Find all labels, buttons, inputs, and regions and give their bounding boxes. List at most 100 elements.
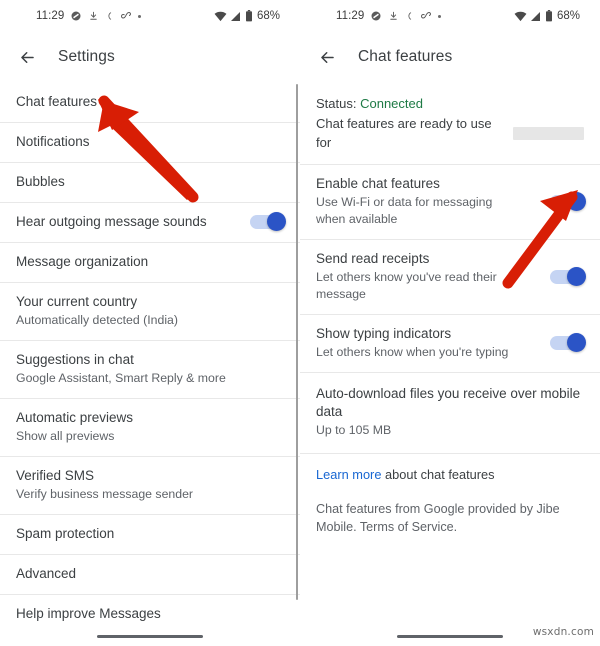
more-dot-icon: [438, 14, 442, 18]
list-item[interactable]: Verified SMS Verify business message sen…: [0, 456, 300, 514]
battery-icon: [245, 10, 253, 22]
footnote-text: Chat features from Google provided by Ji…: [316, 502, 560, 534]
status-label: Status:: [316, 96, 357, 111]
list-item-title: Your current country: [16, 294, 138, 309]
list-item-title: Automatic previews: [16, 410, 134, 425]
status-bar-left: 11:29 68%: [0, 0, 300, 32]
status-line: Status: Connected: [316, 94, 584, 113]
list-item[interactable]: Auto-download files you receive over mob…: [300, 372, 600, 453]
toggle-knob: [267, 212, 286, 231]
connection-status-block: Status: Connected Chat features are read…: [300, 82, 600, 165]
chat-features-list: Enable chat features Use Wi-Fi or data f…: [300, 165, 600, 453]
list-item-title: Spam protection: [16, 526, 115, 541]
redacted-phone-number: [513, 126, 584, 140]
status-description: Chat features are ready to use for: [316, 116, 492, 150]
more-dot-icon: [138, 14, 142, 18]
screen-record-icon: [120, 10, 132, 22]
signal-icon: [230, 11, 242, 22]
list-item[interactable]: Message organization: [0, 242, 300, 282]
list-item[interactable]: Spam protection: [0, 514, 300, 554]
dual-screenshot-container: 11:29 68% Settings Chat features Notific…: [0, 0, 600, 646]
list-item[interactable]: Notifications: [0, 122, 300, 162]
downloads-icon: [88, 10, 99, 22]
list-item[interactable]: Suggestions in chat Google Assistant, Sm…: [0, 340, 300, 398]
wifi-icon: [514, 11, 527, 22]
screen-record-icon: [420, 10, 432, 22]
status-bar-right-group: 68%: [514, 10, 580, 22]
status-bar-right-group: 68%: [214, 10, 280, 22]
status-bar-left-group: 11:29: [336, 10, 442, 22]
downloads-icon: [388, 10, 399, 22]
home-indicator: [397, 635, 503, 638]
status-bar-left-group: 11:29: [36, 10, 142, 22]
list-item-title: Verified SMS: [16, 468, 95, 483]
list-item-title: Notifications: [16, 134, 90, 149]
list-item[interactable]: Advanced: [0, 554, 300, 594]
list-item[interactable]: Automatic previews Show all previews: [0, 398, 300, 456]
dnd-icon: [70, 10, 82, 22]
list-item-subtitle: Use Wi-Fi or data for messaging when ava…: [316, 195, 493, 226]
wifi-icon: [214, 11, 227, 22]
crescent-moon-icon: [405, 10, 414, 22]
signal-icon: [530, 11, 542, 22]
back-arrow-icon[interactable]: [14, 44, 40, 70]
list-item-subtitle: Automatically detected (India): [16, 313, 178, 327]
list-item[interactable]: Help improve Messages: [0, 594, 300, 634]
status-bar-right: 11:29 68%: [300, 0, 600, 32]
settings-list: Chat features Notifications Bubbles Hear…: [0, 82, 300, 634]
page-title: Settings: [58, 48, 115, 65]
list-item[interactable]: Enable chat features Use Wi-Fi or data f…: [300, 165, 600, 239]
toggle-knob: [567, 333, 586, 352]
list-item-subtitle: Google Assistant, Smart Reply & more: [16, 371, 226, 385]
list-item-title: Help improve Messages: [16, 606, 161, 621]
status-bar-clock: 11:29: [36, 10, 65, 22]
learn-more-link[interactable]: Learn more: [316, 467, 381, 482]
back-arrow-icon[interactable]: [314, 44, 340, 70]
status-bar-clock: 11:29: [336, 10, 365, 22]
battery-icon: [545, 10, 553, 22]
list-item[interactable]: Chat features: [0, 82, 300, 122]
list-item[interactable]: Your current country Automatically detec…: [0, 282, 300, 340]
enable-chat-features-toggle[interactable]: [550, 191, 586, 211]
list-item[interactable]: Bubbles: [0, 162, 300, 202]
home-indicator: [97, 635, 203, 638]
toggle-knob: [567, 191, 586, 211]
list-item-title: Hear outgoing message sounds: [16, 214, 207, 229]
list-item-subtitle: Verify business message sender: [16, 487, 194, 501]
battery-percent-label: 68%: [556, 10, 580, 22]
list-item-title: Chat features: [16, 93, 98, 109]
learn-more-rest: about chat features: [381, 467, 495, 482]
list-item-title: Show typing indicators: [316, 326, 452, 341]
list-item-title: Bubbles: [16, 174, 65, 189]
list-item-subtitle: Let others know you've read their messag…: [316, 270, 497, 301]
list-item[interactable]: Hear outgoing message sounds: [0, 202, 300, 242]
hear-outgoing-message-sounds-toggle[interactable]: [250, 212, 286, 231]
crescent-moon-icon: [105, 10, 114, 22]
page-title: Chat features: [358, 48, 453, 65]
list-item[interactable]: Show typing indicators Let others know w…: [300, 314, 600, 372]
status-description-row: Chat features are ready to use for: [316, 114, 584, 152]
send-read-receipts-toggle[interactable]: [550, 266, 586, 286]
list-item-title: Enable chat features: [316, 176, 440, 191]
watermark: wsxdn.com: [532, 626, 594, 638]
left-screen-settings: 11:29 68% Settings Chat features Notific…: [0, 0, 300, 646]
list-item-title: Message organization: [16, 254, 149, 269]
list-item-title: Advanced: [16, 566, 77, 581]
list-item-subtitle: Up to 105 MB: [316, 423, 392, 437]
battery-percent-label: 68%: [256, 10, 280, 22]
learn-more-row[interactable]: Learn more about chat features: [300, 453, 600, 494]
app-bar-left: Settings: [0, 32, 300, 82]
list-item[interactable]: Send read receipts Let others know you'v…: [300, 239, 600, 314]
list-item-subtitle: Show all previews: [16, 429, 115, 443]
list-item-title: Auto-download files you receive over mob…: [316, 386, 581, 419]
status-badge: Connected: [360, 96, 423, 111]
vertical-scrollbar[interactable]: [295, 84, 298, 600]
app-bar-right: Chat features: [300, 32, 600, 82]
list-item-title: Send read receipts: [316, 251, 430, 266]
toggle-knob: [567, 266, 586, 286]
right-screen-chat-features: 11:29 68% Chat features Status: Connecte…: [300, 0, 600, 646]
list-item-title: Suggestions in chat: [16, 352, 134, 367]
dnd-icon: [370, 10, 382, 22]
show-typing-indicators-toggle[interactable]: [550, 333, 586, 352]
list-item-subtitle: Let others know when you're typing: [316, 345, 509, 359]
